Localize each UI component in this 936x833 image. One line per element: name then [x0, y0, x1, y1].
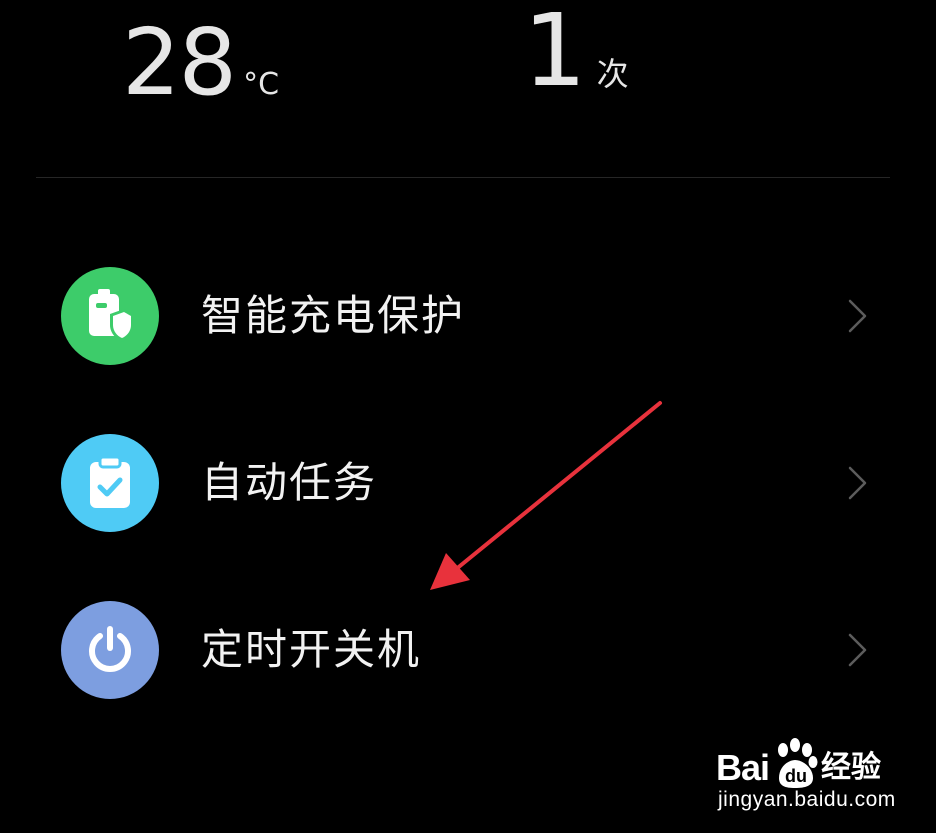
menu-item-smart-charge-protection[interactable]: 智能充电保护: [0, 251, 936, 381]
temperature-value: 28: [122, 9, 237, 116]
menu-item-scheduled-power[interactable]: 定时开关机: [0, 585, 936, 715]
clipboard-check-icon: [61, 434, 159, 532]
chevron-right-icon: [848, 633, 867, 667]
menu-item-label: 定时开关机: [201, 625, 422, 674]
svg-text:du: du: [785, 766, 807, 786]
charge-count-value: 1: [523, 0, 587, 109]
temperature-stat: 28 °C: [122, 8, 279, 118]
watermark-product: 经验: [821, 750, 882, 785]
menu-item-label: 自动任务: [201, 458, 378, 507]
battery-shield-icon: [61, 267, 159, 365]
baidu-jingyan-watermark: Bai du 经验 jingyan.baidu.com: [716, 730, 916, 820]
power-icon: [61, 601, 159, 699]
watermark-url: jingyan.baidu.com: [718, 788, 896, 811]
chevron-right-icon: [848, 299, 867, 333]
temperature-unit: °C: [243, 67, 280, 102]
charge-count-unit: 次: [596, 55, 629, 93]
watermark-brand-left: Bai: [716, 747, 770, 788]
section-divider: [36, 177, 890, 178]
chevron-right-icon: [848, 466, 867, 500]
menu-item-label: 智能充电保护: [201, 291, 466, 340]
baidu-paw-icon: du: [778, 738, 818, 788]
menu-item-auto-tasks[interactable]: 自动任务: [0, 418, 936, 548]
charge-count-stat: 1 次: [523, 0, 629, 110]
